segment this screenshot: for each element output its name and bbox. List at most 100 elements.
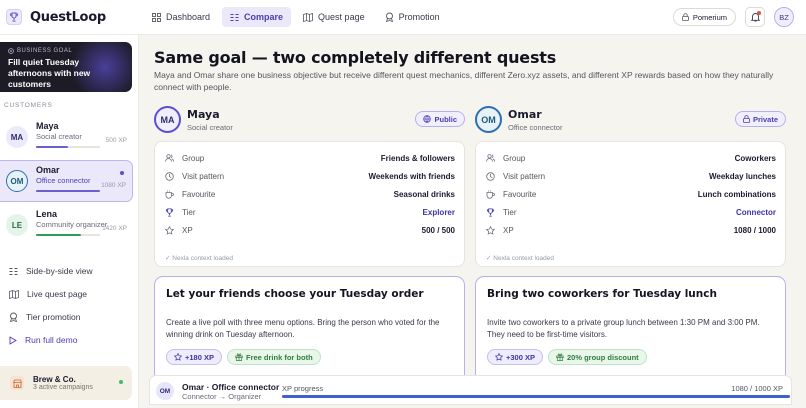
map-icon <box>9 289 19 299</box>
badge-label: Private <box>752 114 778 124</box>
avatar: MA <box>154 106 181 133</box>
row-value: 500 / 500 <box>421 225 455 235</box>
nav-compare-label: Compare <box>244 12 284 22</box>
bottom-tier-path: Connector → Organizer <box>182 392 262 401</box>
quest-description: Invite two coworkers to a private group … <box>487 318 760 339</box>
row-value: Explorer <box>422 207 455 217</box>
xp-progress-label: XP progress <box>282 384 324 393</box>
main-nav: Dashboard Compare Quest page Promotion <box>144 7 448 27</box>
quest-chips: +300 XP 20% group discount <box>487 349 647 365</box>
profile-row: XP 1080 / 1000 <box>486 224 776 236</box>
nav-promotion[interactable]: Promotion <box>377 7 448 27</box>
menu-live-quest-page[interactable]: Live quest page <box>9 289 87 299</box>
profile-row: Tier Connector <box>486 206 776 218</box>
bottom-name: Omar · Office connector <box>182 382 280 392</box>
notifications-button[interactable] <box>745 7 765 27</box>
row-value: Friends & followers <box>380 153 455 163</box>
persona-role: Social creator <box>187 123 233 132</box>
quest-card-maya[interactable]: Let your friends choose your Tuesday ord… <box>154 276 465 386</box>
menu-label: Tier promotion <box>26 312 81 322</box>
customer-xp: 1080 XP <box>101 182 126 189</box>
visibility-badge[interactable]: Public <box>415 111 465 127</box>
brand-name: Brew & Co. <box>33 375 76 384</box>
customer-maya[interactable]: MA Maya Social creator 500 XP <box>0 116 133 158</box>
quest-card-omar[interactable]: Bring two coworkers for Tuesday lunch In… <box>475 276 786 386</box>
profile-row: Group Coworkers <box>486 152 776 164</box>
row-label: Visit pattern <box>503 171 546 181</box>
xp-progress-value: 1080 / 1000 XP <box>731 384 783 393</box>
profile-card-maya: Group Friends & followers Visit pattern … <box>154 141 465 267</box>
lock-icon <box>681 13 689 21</box>
customer-xp: 1420 XP <box>102 225 127 232</box>
row-label: Favourite <box>503 189 537 199</box>
nav-compare[interactable]: Compare <box>222 7 292 27</box>
menu-label: Live quest page <box>27 289 88 299</box>
lock-icon <box>743 115 750 123</box>
visibility-badge[interactable]: Private <box>734 111 786 127</box>
status-dot <box>119 380 123 384</box>
users-icon <box>486 154 496 162</box>
nav-quest-page[interactable]: Quest page <box>295 7 373 27</box>
goal-text: Fill quiet Tuesday afternoons with new c… <box>8 57 91 89</box>
menu-run-full-demo[interactable]: Run full demo <box>9 335 77 345</box>
avatar: OM <box>475 106 502 133</box>
context-label: Nexla context loaded <box>493 255 554 262</box>
nav-dashboard[interactable]: Dashboard <box>144 7 218 27</box>
customer-xp-bar <box>36 234 100 236</box>
xp-chip: +300 XP <box>487 349 543 365</box>
globe-icon <box>423 115 432 123</box>
brand-card[interactable]: Brew & Co. 3 active campaigns <box>0 366 132 400</box>
nav-dashboard-label: Dashboard <box>166 12 211 22</box>
columns-icon <box>230 13 239 21</box>
row-value: Weekends with friends <box>368 171 455 181</box>
org-switcher[interactable]: Pomerium <box>672 8 736 26</box>
row-label: XP <box>503 225 514 235</box>
main-content: Same goal — two completely different que… <box>139 35 806 408</box>
row-label: Tier <box>182 207 196 217</box>
menu-side-by-side[interactable]: Side-by-side view <box>9 266 93 276</box>
row-label: XP <box>182 225 193 235</box>
cup-icon <box>165 190 175 199</box>
row-value: Coworkers <box>734 153 776 163</box>
quest-description: Create a live poll with three menu optio… <box>166 318 440 339</box>
customer-omar[interactable]: OM Omar Office connector 1080 XP <box>0 160 133 202</box>
star-icon <box>174 353 182 361</box>
app-name: QuestLoop <box>30 9 106 25</box>
quest-chips: +180 XP Free drink for both <box>166 349 321 365</box>
persona-role: Office connector <box>508 123 563 132</box>
context-label: Nexla context loaded <box>172 255 233 262</box>
profile-row: Visit pattern Weekends with friends <box>165 170 455 182</box>
header-actions: Pomerium BZ <box>672 7 794 27</box>
page-subtitle: Maya and Omar share one business objecti… <box>154 70 774 92</box>
context-status: ✓ Nexla context loaded <box>486 255 554 262</box>
customer-xp-bar <box>36 190 100 192</box>
map-icon <box>303 12 313 22</box>
menu-tier-promotion[interactable]: Tier promotion <box>9 312 80 322</box>
clock-icon <box>486 171 496 181</box>
gift-icon <box>235 353 243 361</box>
profile-row: Favourite Seasonal drinks <box>165 188 455 200</box>
customer-name: Maya <box>36 121 59 131</box>
goal-label-row: BUSINESS GOAL <box>8 48 124 54</box>
profile-row: Tier Explorer <box>165 206 455 218</box>
row-value: Lunch combinations <box>697 189 776 199</box>
customer-name: Omar <box>36 165 60 175</box>
star-icon <box>486 225 496 235</box>
customer-lena[interactable]: LE Lena Community organizer 1420 XP <box>0 204 133 246</box>
row-value: Weekday lunches <box>709 171 776 181</box>
row-value: Seasonal drinks <box>393 189 455 199</box>
app-logo[interactable]: QuestLoop <box>6 9 144 25</box>
avatar: OM <box>6 170 28 192</box>
user-avatar[interactable]: BZ <box>774 7 794 27</box>
persona-header-maya: MA Maya Social creator Public <box>154 106 465 134</box>
play-icon <box>9 335 17 345</box>
star-icon <box>495 353 503 361</box>
customer-role: Office connector <box>36 176 91 185</box>
menu-label: Run full demo <box>25 335 78 345</box>
business-goal-card[interactable]: BUSINESS GOAL Fill quiet Tuesday afterno… <box>0 42 132 92</box>
xp-progress-fill <box>282 395 790 398</box>
menu-label: Side-by-side view <box>26 266 93 276</box>
store-icon <box>10 376 24 390</box>
gift-icon <box>556 353 564 361</box>
trophy-icon <box>6 9 22 25</box>
